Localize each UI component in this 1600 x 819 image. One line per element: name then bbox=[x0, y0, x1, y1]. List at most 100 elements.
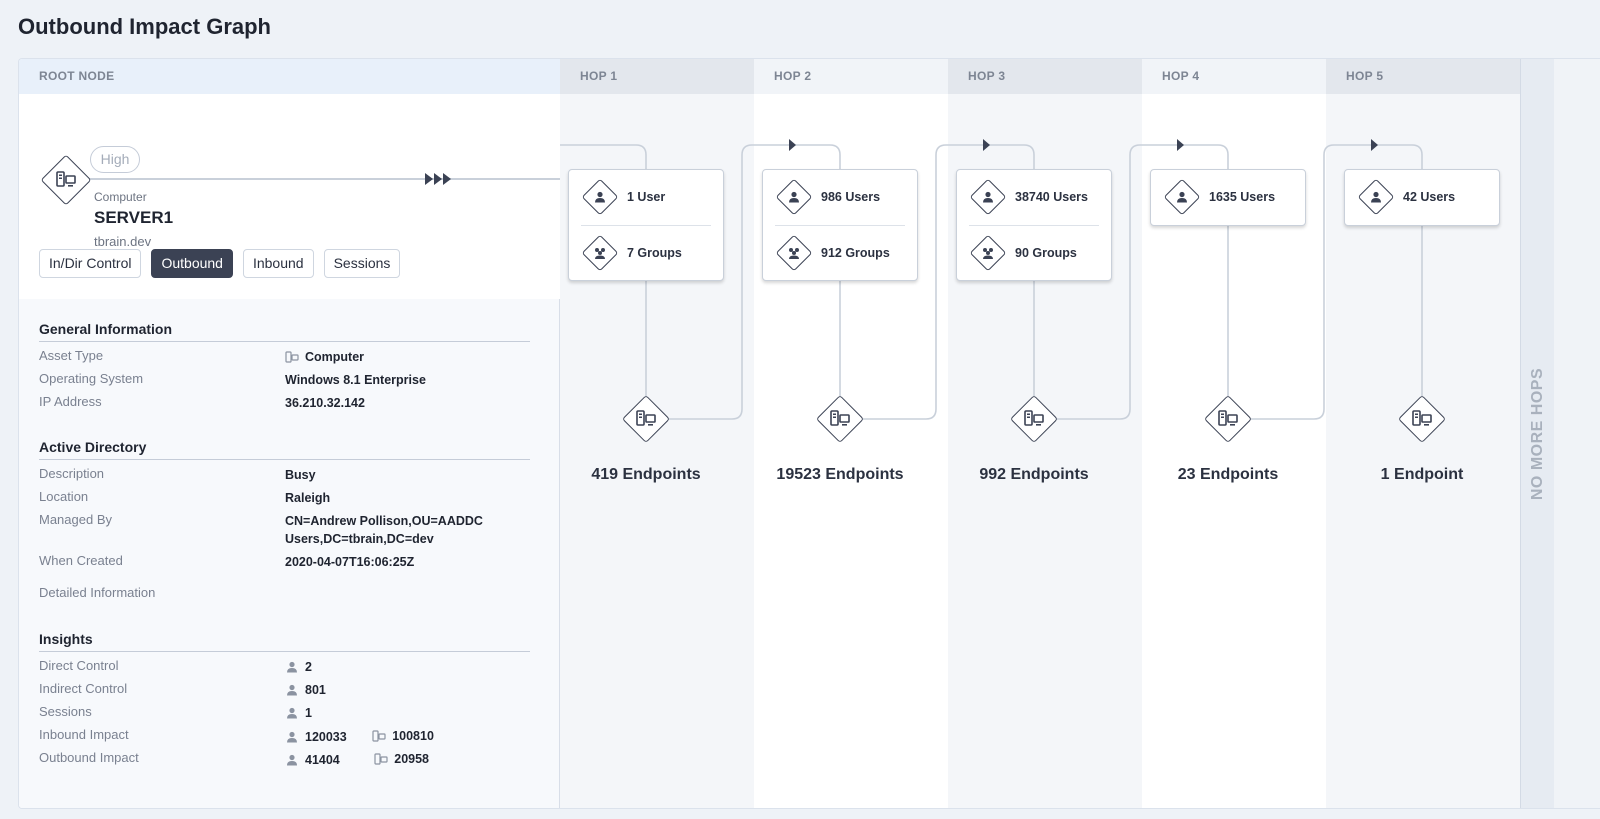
os-value: Windows 8.1 Enterprise bbox=[285, 373, 426, 387]
field-label: Description bbox=[39, 466, 105, 481]
field-label: Direct Control bbox=[39, 658, 119, 673]
computer-icon bbox=[636, 410, 656, 428]
group-icon bbox=[981, 247, 995, 259]
insight-row-direct-control: Direct Control 2 bbox=[39, 658, 530, 681]
group-icon bbox=[787, 247, 801, 259]
hop-header: HOP 2 bbox=[754, 59, 948, 94]
tab-inbound[interactable]: Inbound bbox=[242, 249, 314, 278]
inbound-users-value: 120033 bbox=[305, 729, 347, 744]
user-icon bbox=[285, 683, 299, 697]
tab-outbound[interactable]: Outbound bbox=[151, 249, 233, 278]
hop-groups-count: 90 Groups bbox=[1015, 246, 1077, 260]
section-title: General Information bbox=[39, 321, 530, 342]
root-computer-node[interactable] bbox=[40, 154, 92, 206]
computer-icon bbox=[56, 171, 76, 189]
general-information-section: General Information Asset Type Computer … bbox=[39, 321, 530, 417]
hop-users-row[interactable]: 42 Users bbox=[1345, 170, 1499, 225]
user-icon bbox=[1176, 191, 1188, 203]
computer-icon bbox=[830, 410, 850, 428]
user-icon bbox=[982, 191, 994, 203]
direct-control-value: 2 bbox=[305, 660, 312, 674]
info-row-detailed[interactable]: Detailed Information bbox=[39, 585, 530, 608]
outbound-computers-value: 20958 bbox=[394, 752, 430, 766]
hop-groups-row[interactable]: 912 Groups bbox=[775, 225, 905, 280]
hop-users-row[interactable]: 1635 Users bbox=[1151, 170, 1305, 225]
root-node-summary: High Computer SERVER1 tbrain.dev In/Dir … bbox=[19, 94, 560, 299]
root-node-header: ROOT NODE bbox=[19, 59, 560, 94]
hop-header: HOP 4 bbox=[1142, 59, 1336, 94]
field-label: Inbound Impact bbox=[39, 727, 129, 742]
hop-header: HOP 3 bbox=[948, 59, 1142, 94]
hop-groups-count: 912 Groups bbox=[821, 246, 890, 260]
sessions-value: 1 bbox=[305, 706, 312, 720]
hop-header: HOP 5 bbox=[1326, 59, 1520, 94]
hop-groups-row[interactable]: 90 Groups bbox=[969, 225, 1099, 280]
section-title: Insights bbox=[39, 631, 530, 652]
outbound-users-value: 41404 bbox=[305, 752, 340, 767]
tab-in-dir-control[interactable]: In/Dir Control bbox=[39, 249, 142, 278]
computer-icon bbox=[1024, 410, 1044, 428]
hop-1-card[interactable]: 1 User 7 Groups bbox=[568, 169, 724, 281]
field-value: Computer bbox=[285, 348, 530, 369]
tab-sessions[interactable]: Sessions bbox=[323, 249, 401, 278]
user-icon bbox=[285, 660, 299, 674]
hop-3-card[interactable]: 38740 Users 90 Groups bbox=[956, 169, 1112, 281]
info-row-asset-type: Asset Type Computer bbox=[39, 348, 530, 371]
user-node bbox=[1357, 178, 1395, 216]
user-icon bbox=[594, 191, 606, 203]
hop-users-row[interactable]: 986 Users bbox=[763, 170, 917, 225]
computer-icon bbox=[285, 350, 299, 364]
field-label: Location bbox=[39, 489, 89, 504]
outbound-arrows-icon bbox=[425, 173, 451, 185]
active-directory-section: Active Directory Description Busy Locati… bbox=[39, 439, 530, 608]
insight-row-inbound-impact: Inbound Impact 120033 100810 bbox=[39, 727, 530, 750]
hop-groups-row[interactable]: 7 Groups bbox=[581, 225, 711, 280]
hop-users-count: 1 User bbox=[627, 190, 666, 204]
field-label: When Created bbox=[39, 553, 123, 568]
user-node bbox=[775, 178, 813, 216]
info-row-ip: IP Address 36.210.32.142 bbox=[39, 394, 530, 417]
root-node-domain: tbrain.dev bbox=[94, 234, 152, 249]
user-node bbox=[1163, 178, 1201, 216]
field-label: Operating System bbox=[39, 371, 144, 386]
field-label: Managed By bbox=[39, 512, 112, 527]
hop-users-row[interactable]: 38740 Users bbox=[957, 170, 1111, 225]
root-node-name: SERVER1 bbox=[94, 208, 174, 227]
hop-groups-count: 7 Groups bbox=[627, 246, 682, 260]
detailed-information-link[interactable]: Detailed Information bbox=[39, 585, 285, 600]
info-row-location: Location Raleigh bbox=[39, 489, 530, 512]
description-value: Busy bbox=[285, 468, 316, 482]
group-node bbox=[775, 234, 813, 272]
hop-5-card[interactable]: 42 Users bbox=[1344, 169, 1500, 226]
inbound-computers-value: 100810 bbox=[392, 729, 434, 743]
field-label: Sessions bbox=[39, 704, 92, 719]
risk-badge: High bbox=[90, 146, 140, 173]
impact-graph-panel: HOP 1 HOP 2 HOP 3 HOP 4 HOP 5 NO MORE HO… bbox=[18, 58, 1600, 809]
user-icon bbox=[1370, 191, 1382, 203]
field-label: Outbound Impact bbox=[39, 750, 139, 765]
root-node-kind: Computer bbox=[94, 190, 147, 204]
user-icon bbox=[285, 706, 299, 720]
asset-type-value: Computer bbox=[305, 350, 365, 364]
hop-users-row[interactable]: 1 User bbox=[569, 170, 723, 225]
hop-2-card[interactable]: 986 Users 912 Groups bbox=[762, 169, 918, 281]
field-label: IP Address bbox=[39, 394, 102, 409]
section-title: Active Directory bbox=[39, 439, 530, 460]
hop-4-card[interactable]: 1635 Users bbox=[1150, 169, 1306, 226]
group-node bbox=[581, 234, 619, 272]
user-node bbox=[969, 178, 1007, 216]
hop-4-endpoints-label: 23 Endpoints bbox=[1177, 466, 1279, 483]
computer-icon bbox=[374, 752, 388, 766]
user-icon bbox=[285, 753, 299, 767]
root-node-column: ROOT NODE High Computer SERVER1 tbrain.d… bbox=[19, 59, 560, 808]
user-node bbox=[581, 178, 619, 216]
hop-users-count: 38740 Users bbox=[1015, 190, 1088, 204]
ip-value: 36.210.32.142 bbox=[285, 396, 365, 410]
location-value: Raleigh bbox=[285, 491, 331, 505]
group-node bbox=[969, 234, 1007, 272]
computer-icon bbox=[1218, 410, 1238, 428]
view-tabs: In/Dir Control Outbound Inbound Sessions bbox=[39, 249, 401, 278]
info-row-when-created: When Created 2020-04-07T16:06:25Z bbox=[39, 553, 530, 576]
info-row-description: Description Busy bbox=[39, 466, 530, 489]
indirect-control-value: 801 bbox=[305, 683, 326, 697]
